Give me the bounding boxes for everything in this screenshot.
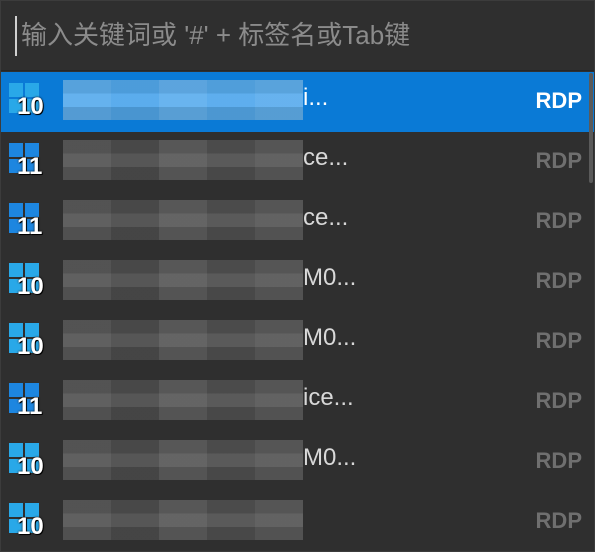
windows-11-icon: 11 — [9, 381, 53, 423]
list-item[interactable]: 10 M0... RDP — [1, 312, 594, 372]
session-name: M0... — [63, 318, 381, 366]
session-list: 10 i... RDP 11 ce... RDP 11 ce... RDP 10… — [1, 72, 594, 551]
list-item[interactable]: 10 M0... RDP — [1, 252, 594, 312]
list-item[interactable]: 10 i... RDP — [1, 72, 594, 132]
windows-11-icon: 11 — [9, 201, 53, 243]
os-version-label: 11 — [17, 153, 43, 180]
os-version-label: 10 — [17, 333, 44, 360]
protocol-label: RDP — [535, 208, 582, 233]
redacted-name — [63, 320, 303, 360]
windows-11-icon: 11 — [9, 141, 53, 183]
quick-connect-popup: 10 i... RDP 11 ce... RDP 11 — [0, 0, 595, 552]
os-version-label: 10 — [17, 453, 44, 480]
session-name-suffix: i... — [303, 84, 329, 111]
os-version-label: 10 — [17, 93, 44, 120]
search-bar — [1, 1, 594, 71]
session-name: ce... — [63, 198, 381, 246]
session-name-suffix: ice... — [303, 384, 354, 411]
redacted-name — [63, 200, 303, 240]
windows-10-icon: 10 — [9, 321, 53, 363]
list-item[interactable]: 10 RDP — [1, 492, 594, 551]
search-input[interactable] — [15, 15, 581, 56]
redacted-name — [63, 440, 303, 480]
list-item[interactable]: 10 M0... RDP — [1, 432, 594, 492]
redacted-name — [63, 380, 303, 420]
os-version-label: 10 — [17, 513, 44, 540]
protocol-label: RDP — [535, 328, 582, 353]
list-item[interactable]: 11 ice... RDP — [1, 372, 594, 432]
protocol-label: RDP — [535, 88, 582, 113]
session-name-suffix: ce... — [303, 144, 349, 171]
redacted-name — [63, 140, 303, 180]
redacted-name — [63, 260, 303, 300]
windows-10-icon: 10 — [9, 441, 53, 483]
redacted-name — [63, 80, 303, 120]
protocol-label: RDP — [535, 388, 582, 413]
session-name-suffix: M0... — [303, 264, 357, 291]
list-item[interactable]: 11 ce... RDP — [1, 132, 594, 192]
protocol-label: RDP — [535, 268, 582, 293]
list-scrollbar[interactable] — [589, 73, 593, 183]
windows-10-icon: 10 — [9, 261, 53, 303]
protocol-label: RDP — [535, 508, 582, 533]
list-item[interactable]: 11 ce... RDP — [1, 192, 594, 252]
session-name-suffix: ce... — [303, 204, 349, 231]
redacted-name — [63, 500, 303, 540]
session-name: M0... — [63, 438, 381, 486]
session-name: ice... — [63, 378, 381, 426]
session-name-suffix: M0... — [303, 324, 357, 351]
windows-10-icon: 10 — [9, 501, 53, 543]
protocol-label: RDP — [535, 448, 582, 473]
os-version-label: 11 — [17, 213, 43, 240]
session-name: i... — [63, 78, 381, 126]
protocol-label: RDP — [535, 148, 582, 173]
session-name-suffix: M0... — [303, 444, 357, 471]
os-version-label: 10 — [17, 273, 44, 300]
session-name — [63, 498, 381, 546]
windows-10-icon: 10 — [9, 81, 53, 123]
session-name: M0... — [63, 258, 381, 306]
os-version-label: 11 — [17, 393, 43, 420]
session-name: ce... — [63, 138, 381, 186]
